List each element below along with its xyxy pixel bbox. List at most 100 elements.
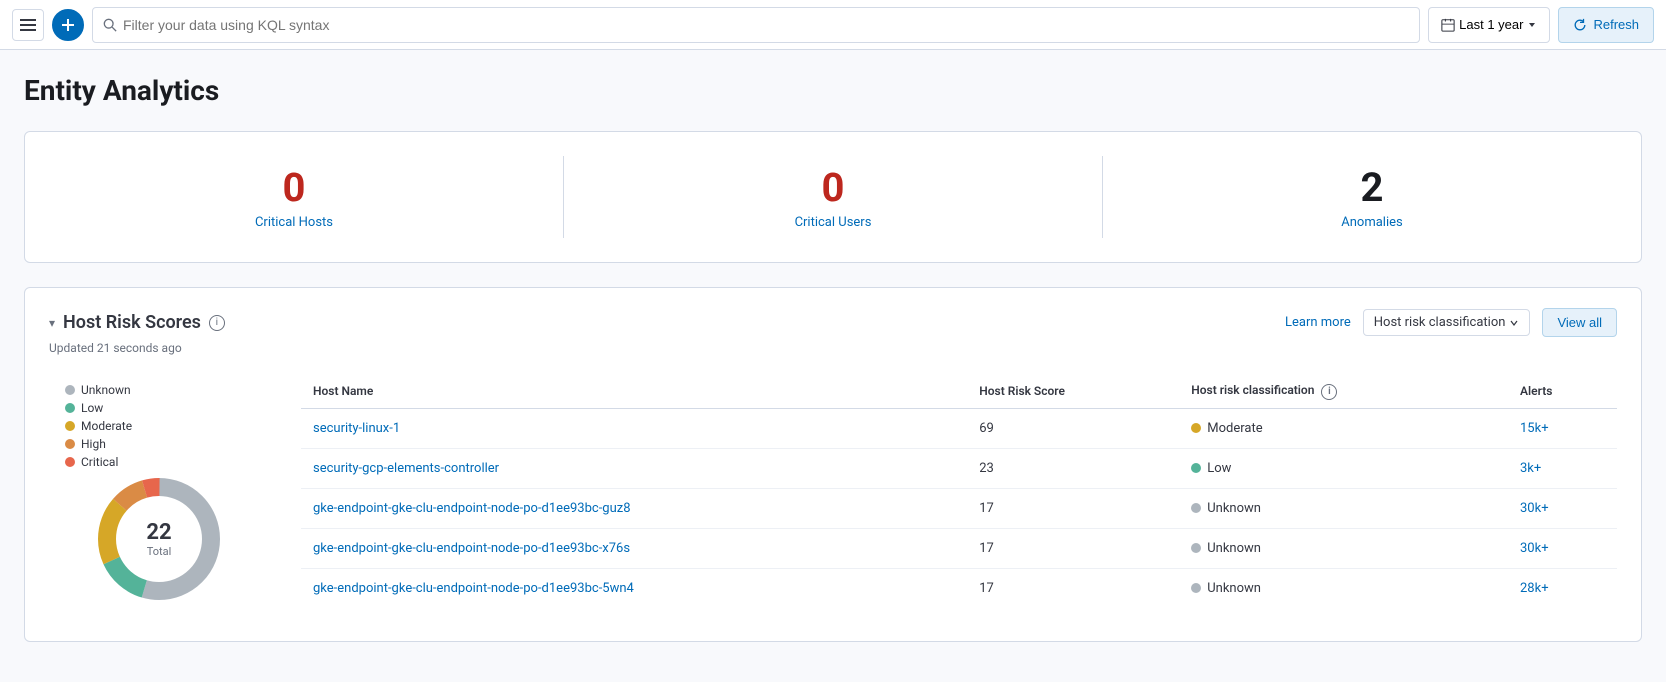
collapse-icon[interactable]: ▾ — [49, 316, 55, 330]
alerts-link[interactable]: 3k+ — [1520, 461, 1541, 476]
host-name-link[interactable]: security-gcp-elements-controller — [313, 461, 499, 476]
table-row: gke-endpoint-gke-clu-endpoint-node-po-d1… — [301, 488, 1617, 528]
legend-moderate: Moderate — [65, 419, 132, 433]
cell-classification: Unknown — [1179, 488, 1508, 528]
col-classification-info-icon[interactable]: i — [1321, 384, 1337, 400]
classification-label: Unknown — [1207, 581, 1261, 596]
alerts-link[interactable]: 15k+ — [1520, 421, 1549, 436]
legend-dot-high — [65, 439, 75, 449]
cell-host-name: security-linux-1 — [301, 408, 967, 448]
refresh-button[interactable]: Refresh — [1558, 7, 1654, 43]
host-risk-section: ▾ Host Risk Scores i Learn more Host ris… — [24, 287, 1642, 642]
info-icon[interactable]: i — [209, 315, 225, 331]
anomalies-value: 2 — [1361, 164, 1384, 211]
alerts-link[interactable]: 30k+ — [1520, 501, 1549, 516]
cell-host-score: 17 — [967, 488, 1179, 528]
search-icon — [103, 18, 117, 32]
alerts-link[interactable]: 28k+ — [1520, 581, 1549, 596]
host-risk-table: Host Name Host Risk Score Host risk clas… — [301, 375, 1617, 608]
cell-alerts: 28k+ — [1508, 568, 1617, 608]
anomalies-label: Anomalies — [1341, 215, 1402, 230]
donut-label: 22 Total — [146, 520, 171, 558]
col-alerts: Alerts — [1508, 375, 1617, 408]
cell-classification: Moderate — [1179, 408, 1508, 448]
refresh-icon — [1573, 18, 1587, 32]
legend-low: Low — [65, 401, 132, 415]
cell-host-name: gke-endpoint-gke-clu-endpoint-node-po-d1… — [301, 528, 967, 568]
legend-label-low: Low — [81, 401, 103, 415]
classification-dot — [1191, 583, 1201, 593]
calendar-icon — [1441, 18, 1455, 32]
cell-host-score: 23 — [967, 448, 1179, 488]
host-name-link[interactable]: gke-endpoint-gke-clu-endpoint-node-po-d1… — [313, 501, 631, 516]
section-header: ▾ Host Risk Scores i Learn more Host ris… — [49, 308, 1617, 337]
updated-text: Updated 21 seconds ago — [49, 341, 1617, 355]
section-title-row: ▾ Host Risk Scores i — [49, 312, 225, 333]
search-bar[interactable] — [92, 7, 1420, 43]
chart-area: Unknown Low Moderate High — [49, 375, 269, 621]
dropdown-chevron-icon — [1509, 318, 1519, 328]
classification-dot — [1191, 543, 1201, 553]
col-host-name: Host Name — [301, 375, 967, 408]
table-row: security-gcp-elements-controller 23 Low … — [301, 448, 1617, 488]
cell-host-score: 17 — [967, 528, 1179, 568]
classification-label: Low — [1207, 461, 1231, 476]
table-area: Host Name Host Risk Score Host risk clas… — [301, 375, 1617, 608]
legend-label-critical: Critical — [81, 455, 118, 469]
cell-classification: Unknown — [1179, 528, 1508, 568]
topbar-right: Last 1 year Refresh — [1428, 7, 1654, 43]
host-risk-classification-dropdown[interactable]: Host risk classification — [1363, 309, 1531, 336]
host-name-link[interactable]: gke-endpoint-gke-clu-endpoint-node-po-d1… — [313, 581, 634, 596]
cell-classification: Low — [1179, 448, 1508, 488]
anomalies-stat: 2 Anomalies — [1103, 156, 1641, 238]
classification-dot — [1191, 463, 1201, 473]
legend: Unknown Low Moderate High — [65, 383, 132, 469]
classification-label: Unknown — [1207, 501, 1261, 516]
table-row: gke-endpoint-gke-clu-endpoint-node-po-d1… — [301, 568, 1617, 608]
search-input[interactable] — [123, 17, 1409, 33]
topbar: Last 1 year Refresh — [0, 0, 1666, 50]
table-row: security-linux-1 69 Moderate 15k+ — [301, 408, 1617, 448]
col-host-risk-score: Host Risk Score — [967, 375, 1179, 408]
host-name-link[interactable]: security-linux-1 — [313, 421, 400, 436]
host-name-link[interactable]: gke-endpoint-gke-clu-endpoint-node-po-d1… — [313, 541, 630, 556]
cell-classification: Unknown — [1179, 568, 1508, 608]
legend-dot-unknown — [65, 385, 75, 395]
donut-chart: 22 Total — [89, 469, 229, 609]
legend-label-high: High — [81, 437, 106, 451]
critical-users-value: 0 — [822, 164, 845, 211]
section-title: Host Risk Scores — [63, 312, 201, 333]
legend-label-unknown: Unknown — [81, 383, 131, 397]
alerts-link[interactable]: 30k+ — [1520, 541, 1549, 556]
cell-alerts: 30k+ — [1508, 528, 1617, 568]
add-button[interactable] — [52, 9, 84, 41]
stats-card: 0 Critical Hosts 0 Critical Users 2 Anom… — [24, 131, 1642, 263]
cell-host-score: 17 — [967, 568, 1179, 608]
critical-hosts-label: Critical Hosts — [255, 215, 333, 230]
date-range-label: Last 1 year — [1459, 17, 1523, 32]
classification-label: Unknown — [1207, 541, 1261, 556]
cell-host-name: gke-endpoint-gke-clu-endpoint-node-po-d1… — [301, 488, 967, 528]
table-row: gke-endpoint-gke-clu-endpoint-node-po-d1… — [301, 528, 1617, 568]
legend-unknown: Unknown — [65, 383, 132, 397]
legend-dot-moderate — [65, 421, 75, 431]
critical-hosts-stat: 0 Critical Hosts — [25, 156, 564, 238]
legend-critical: Critical — [65, 455, 132, 469]
view-all-button[interactable]: View all — [1542, 308, 1617, 337]
cell-alerts: 3k+ — [1508, 448, 1617, 488]
critical-hosts-value: 0 — [283, 164, 306, 211]
filter-dropdown-label: Host risk classification — [1374, 315, 1506, 330]
donut-total-text: Total — [146, 545, 171, 558]
cell-host-name: gke-endpoint-gke-clu-endpoint-node-po-d1… — [301, 568, 967, 608]
cell-alerts: 30k+ — [1508, 488, 1617, 528]
cell-host-name: security-gcp-elements-controller — [301, 448, 967, 488]
date-range-picker[interactable]: Last 1 year — [1428, 7, 1550, 43]
critical-users-label: Critical Users — [795, 215, 872, 230]
classification-dot — [1191, 503, 1201, 513]
legend-dot-critical — [65, 457, 75, 467]
donut-total-number: 22 — [146, 520, 171, 545]
table-body: security-linux-1 69 Moderate 15k+ securi… — [301, 408, 1617, 608]
cell-host-score: 69 — [967, 408, 1179, 448]
learn-more-link[interactable]: Learn more — [1285, 315, 1351, 330]
menu-icon-button[interactable] — [12, 9, 44, 41]
